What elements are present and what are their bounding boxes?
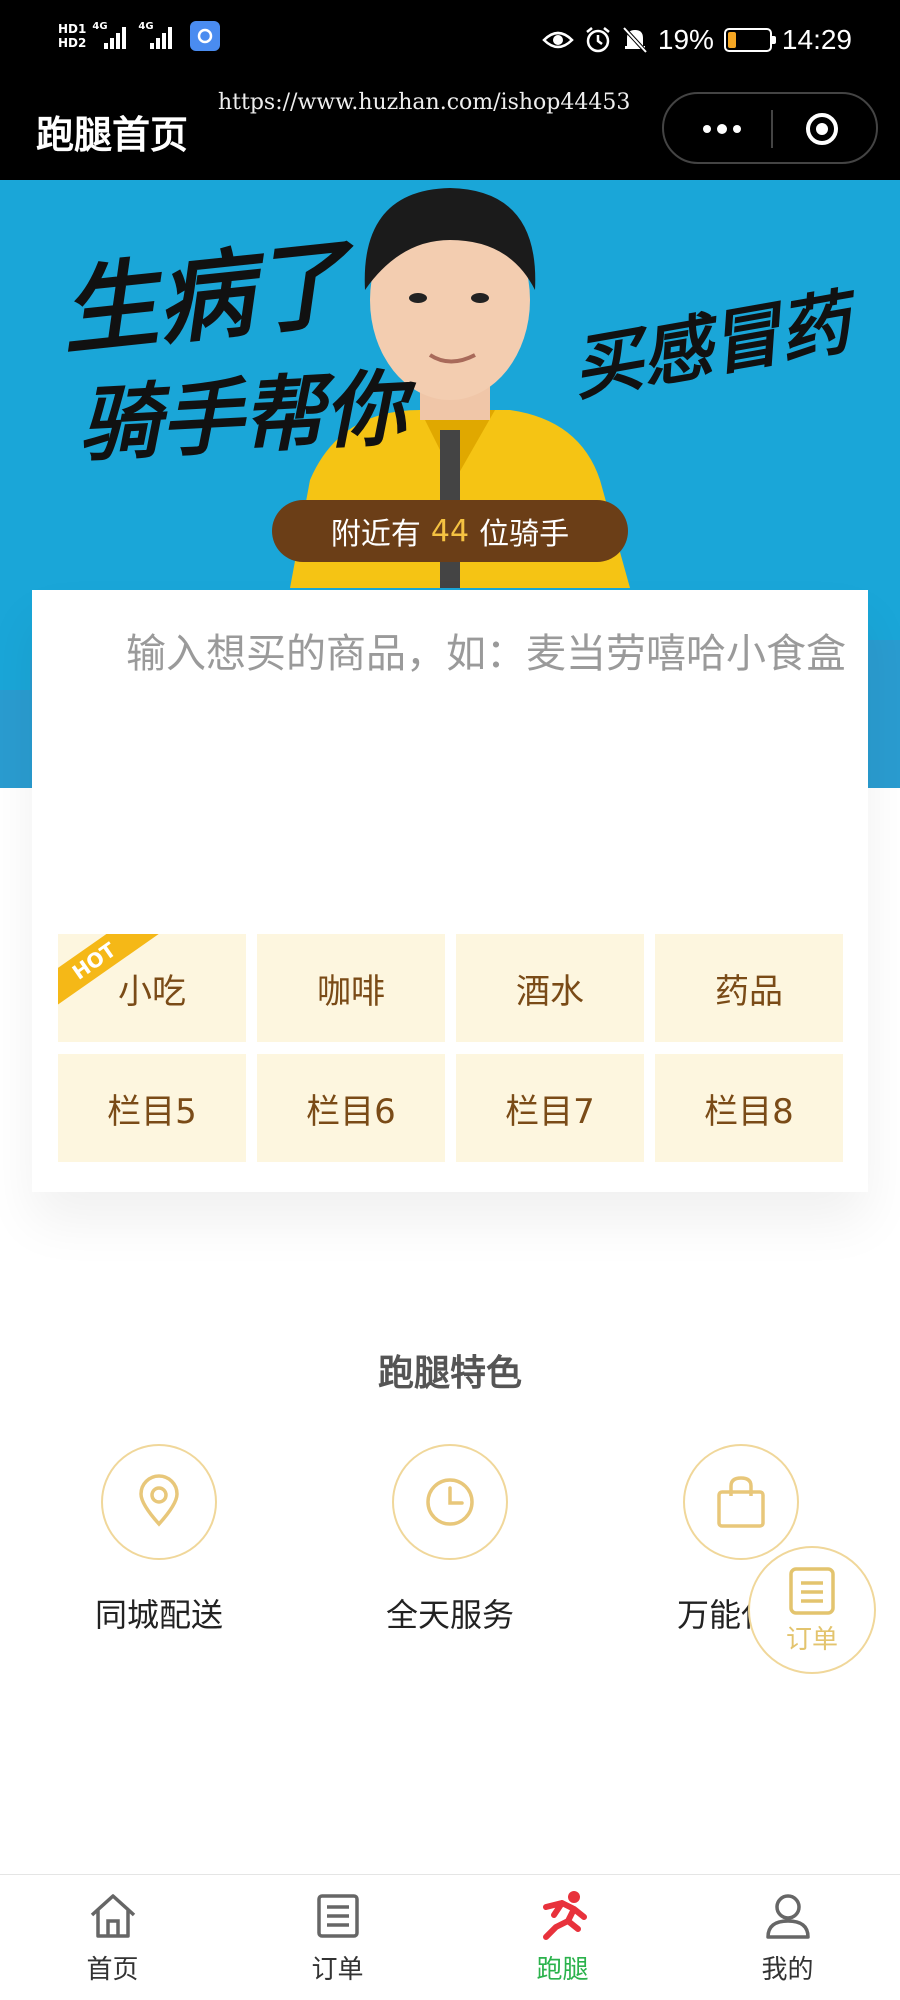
clock-icon [426,1478,474,1526]
miniprogram-capsule [662,92,878,164]
riders-prefix: 附近有 [330,517,421,552]
category-item-coffee[interactable]: 咖啡 [257,934,445,1042]
user-icon [765,1894,810,1939]
title-bar: 跑腿首页 https://www.huzhan.com/ishop44453 [0,80,900,180]
category-item-7[interactable]: 栏目7 [456,1054,644,1162]
feature-all-day: 全天服务 [335,1444,565,1636]
hd1-label: HD1 [58,22,87,36]
category-label: 栏目5 [107,1091,197,1132]
category-item-6[interactable]: 栏目6 [257,1054,445,1162]
status-bar: HD1 HD2 4G 4G 19% 14:29 [0,0,900,80]
tab-profile[interactable]: 我的 [675,1875,900,2000]
runner-icon [542,1891,587,1940]
battery-level-fill [727,32,736,48]
order-card: 输入想买的商品，如：麦当劳嘻哈小食盒 HOT 小吃 咖啡 酒水 药品 栏目5 栏… [32,590,868,1192]
signal-icon: 4G [92,21,132,51]
mute-bell-icon [622,26,648,54]
item-input[interactable]: 输入想买的商品，如：麦当劳嘻哈小食盒 [126,632,846,676]
floating-order-button[interactable]: 订单 [748,1546,876,1674]
floating-order-label: 订单 [785,1624,838,1655]
home-icon [90,1894,135,1938]
app-notification-icon [190,21,221,51]
battery-percent: 19% [657,24,714,55]
tab-errand[interactable]: 跑腿 [450,1875,675,2000]
target-close-icon [806,113,838,145]
category-label: 栏目8 [704,1091,794,1132]
signal-icon-2: 4G [138,21,178,51]
category-item-5[interactable]: 栏目5 [58,1054,246,1162]
riders-count: 44 [430,513,470,549]
watermark-url: https://www.huzhan.com/ishop44453 [218,90,631,115]
feature-icon-circle [101,1444,217,1560]
bottom-tab-bar: 首页 订单 跑腿 我的 [0,1874,900,2000]
tab-label: 订单 [311,1955,364,1985]
status-left: HD1 HD2 4G 4G [58,16,221,56]
feature-city-delivery: 同城配送 [44,1444,274,1636]
tab-orders[interactable]: 订单 [225,1875,450,2000]
more-dot-icon [717,124,727,134]
more-dot-icon [733,125,741,133]
category-item-medicine[interactable]: 药品 [655,934,843,1042]
slogan-line2: 骑手帮你 [76,360,409,474]
tab-label: 我的 [761,1955,814,1985]
category-label: 栏目6 [306,1091,396,1132]
category-label: 酒水 [516,971,584,1012]
category-grid: HOT 小吃 咖啡 酒水 药品 栏目5 栏目6 栏目7 栏目8 [58,934,843,1162]
features-title: 跑腿特色 [377,1353,522,1394]
nearby-riders-badge: 附近有 44 位骑手 [272,500,628,562]
category-label: 小吃 [118,971,186,1012]
clock-time: 14:29 [781,24,852,55]
capsule-divider [771,110,773,148]
feature-icon-circle [683,1444,799,1560]
category-label: 栏目7 [505,1091,595,1132]
order-list-icon [789,1566,835,1615]
category-item-snack[interactable]: HOT 小吃 [58,934,246,1042]
category-item-8[interactable]: 栏目8 [655,1054,843,1162]
feature-icon-circle [392,1444,508,1560]
eye-icon [542,31,574,49]
category-label: 药品 [715,971,783,1012]
category-label: 咖啡 [317,971,385,1012]
feature-label: 全天服务 [385,1596,514,1634]
more-dot-icon [703,125,711,133]
riders-suffix: 位骑手 [479,517,570,552]
feature-label: 同城配送 [94,1596,223,1634]
tab-home[interactable]: 首页 [0,1875,225,2000]
tab-label: 跑腿 [536,1955,589,1985]
tab-label: 首页 [86,1955,139,1985]
shopping-bag-icon [717,1476,765,1528]
category-item-drinks[interactable]: 酒水 [456,934,644,1042]
alarm-icon [586,27,610,53]
hd-indicator: HD1 HD2 [58,22,86,50]
location-pin-icon [139,1474,179,1527]
battery-icon [723,28,776,52]
more-menu-button[interactable] [684,104,760,154]
hd2-label: HD2 [58,36,87,50]
close-miniprogram-button[interactable] [784,104,860,154]
list-icon [316,1894,359,1938]
status-right: 19% 14:29 [542,20,852,60]
page-title: 跑腿首页 [36,113,189,157]
